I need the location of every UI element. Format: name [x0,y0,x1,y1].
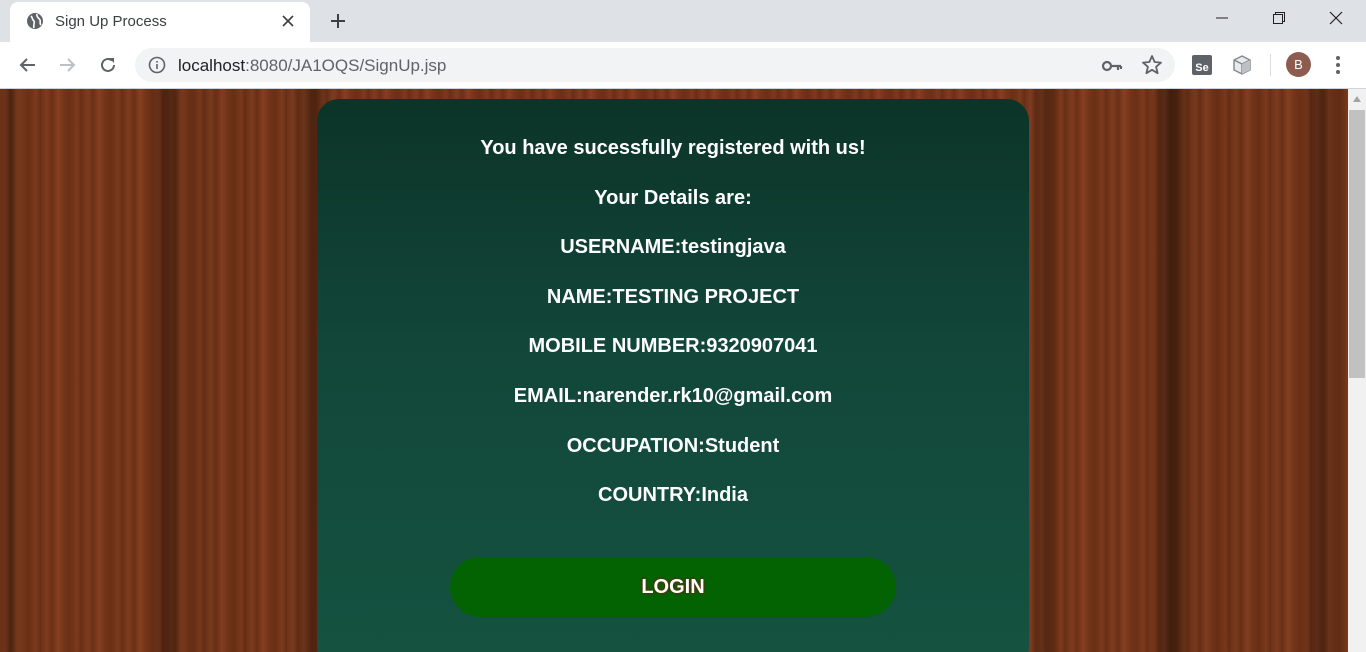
restore-button[interactable] [1256,0,1302,36]
toolbar-divider [1270,54,1271,76]
reload-icon [101,57,115,72]
info-icon[interactable] [148,56,166,74]
scroll-up-button[interactable] [1348,89,1366,109]
triangle-up-icon [1353,96,1361,102]
minimize-button[interactable] [1199,0,1245,36]
url-host: localhost [178,56,246,75]
mobile-detail: MOBILE NUMBER:9320907041 [528,335,818,357]
username-detail: USERNAME:testingjava [560,236,786,258]
star-icon[interactable] [1141,54,1163,76]
cube-extension-button[interactable] [1229,52,1255,78]
arrow-right-icon [60,58,76,72]
new-tab-button[interactable] [326,9,350,33]
success-message: You have sucessfully registered with us! [480,137,866,159]
login-button[interactable]: LOGIN [450,557,896,617]
window-close-button[interactable] [1313,0,1359,36]
reload-button[interactable] [94,51,122,79]
avatar[interactable]: B [1286,52,1311,77]
address-bar[interactable]: localhost:8080/JA1OQS/SignUp.jsp [135,48,1175,82]
page-scrollbar[interactable] [1348,89,1366,652]
url-text[interactable]: localhost:8080/JA1OQS/SignUp.jsp [178,56,446,76]
globe-icon [27,13,43,29]
browser-tab[interactable]: Sign Up Process [10,2,310,42]
plus-icon [331,14,345,28]
key-icon[interactable] [1101,55,1123,77]
close-icon[interactable] [278,11,298,31]
browser-toolbar: localhost:8080/JA1OQS/SignUp.jsp Se B [0,42,1366,89]
minimize-icon [1216,17,1228,19]
email-detail: EMAIL:narender.rk10@gmail.com [513,385,833,407]
browser-menu-button[interactable] [1326,52,1350,78]
name-detail: NAME:TESTING PROJECT [546,286,800,308]
forward-button[interactable] [53,51,81,79]
scrollbar-thumb[interactable] [1349,110,1365,378]
kebab-menu-icon [1336,56,1340,74]
country-detail: COUNTRY:India [598,484,748,506]
cube-icon [1233,55,1251,75]
url-path: :8080/JA1OQS/SignUp.jsp [245,56,447,75]
page-viewport: You have sucessfully registered with us!… [0,89,1348,652]
tab-strip: Sign Up Process [0,0,1366,42]
registration-card: You have sucessfully registered with us!… [317,99,1029,652]
tab-title: Sign Up Process [55,13,167,30]
details-heading: Your Details are: [594,187,752,209]
se-label: Se [1195,62,1208,74]
restore-icon [1273,12,1285,24]
arrow-left-icon [19,58,35,72]
back-button[interactable] [14,51,42,79]
occupation-detail: OCCUPATION:Student [566,435,780,457]
selenium-icon: Se [1192,55,1212,75]
close-icon [1329,11,1343,25]
selenium-extension-button[interactable]: Se [1189,52,1215,78]
